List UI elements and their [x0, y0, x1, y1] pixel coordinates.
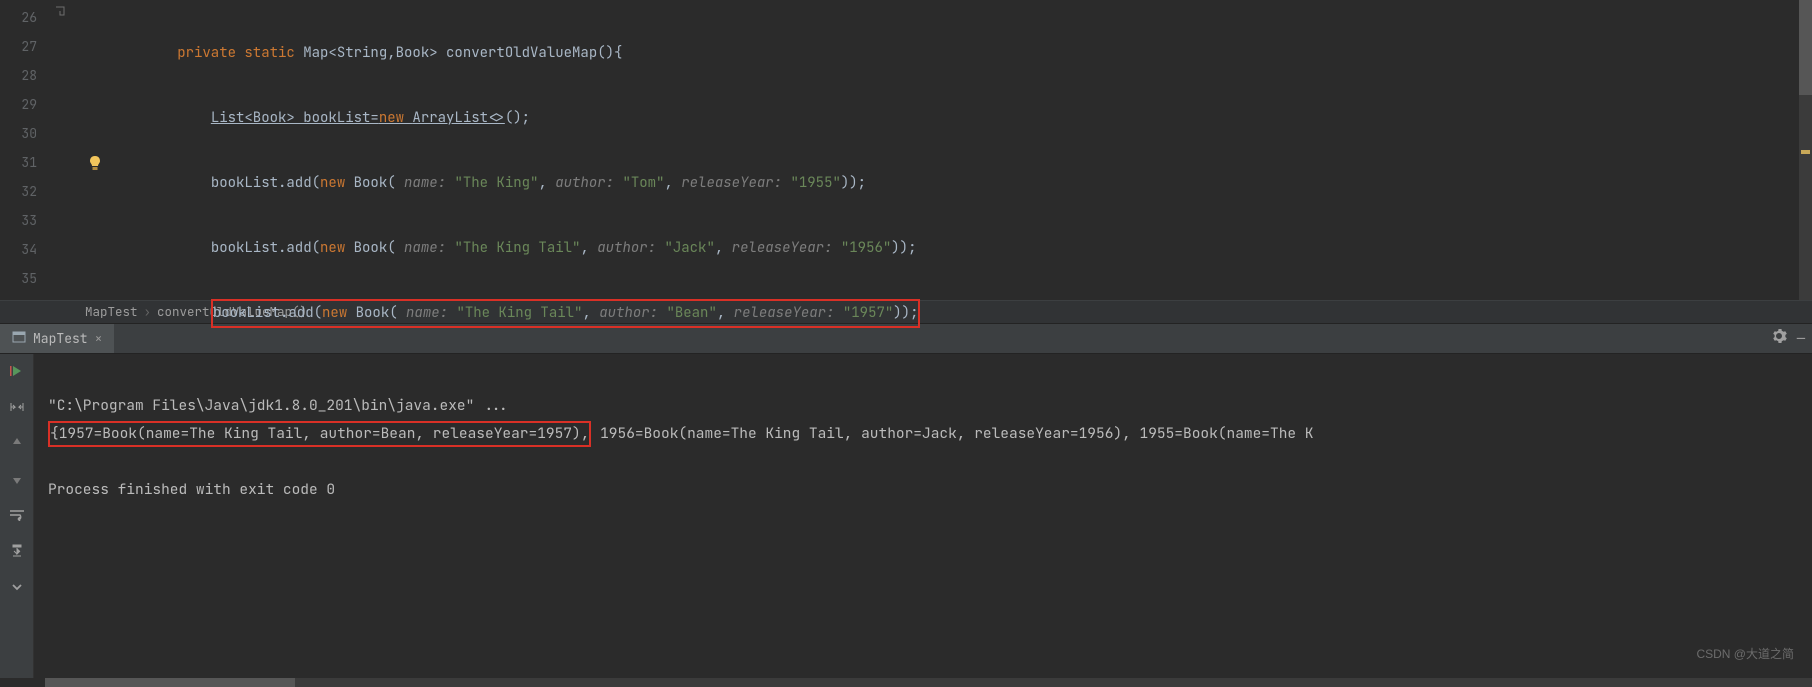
- console-line: Process finished with exit code 0: [48, 480, 335, 499]
- scroll-to-end-button[interactable]: [6, 540, 28, 562]
- line-number: 29: [0, 90, 55, 119]
- console-line: "C:\Program Files\Java\jdk1.8.0_201\bin\…: [48, 396, 509, 415]
- step-buttons-icon[interactable]: [6, 396, 28, 418]
- soft-wrap-button[interactable]: [6, 504, 28, 526]
- annotation-gutter: [80, 0, 110, 300]
- run-tab-label: MapTest: [33, 324, 88, 353]
- line-number-gutter: 26 27 28 29 30 31 32 33 34 35: [0, 0, 55, 300]
- down-button[interactable]: [6, 468, 28, 490]
- up-button[interactable]: [6, 432, 28, 454]
- run-toolbar: [0, 354, 34, 678]
- fold-gutter: [55, 0, 80, 300]
- run-tab[interactable]: MapTest ×: [0, 324, 114, 353]
- console-scrollbar-horizontal[interactable]: [45, 678, 1812, 687]
- run-config-icon: [12, 324, 26, 353]
- line-number: 27: [0, 32, 55, 61]
- code-line[interactable]: bookList.add(new Book( name: "The King T…: [110, 299, 1812, 328]
- code-line[interactable]: bookList.add(new Book( name: "The King T…: [110, 234, 1812, 263]
- highlight-box: {1957=Book(name=The King Tail, author=Be…: [48, 421, 591, 447]
- rerun-button[interactable]: [6, 360, 28, 382]
- intention-bulb-icon[interactable]: [80, 148, 110, 177]
- code-line[interactable]: bookList.add(new Book( name: "The King",…: [110, 169, 1812, 198]
- watermark: CSDN @大道之简: [1696, 640, 1794, 668]
- line-number: 32: [0, 177, 55, 206]
- run-panel: "C:\Program Files\Java\jdk1.8.0_201\bin\…: [0, 354, 1812, 678]
- code-editor[interactable]: 26 27 28 29 30 31 32 33 34 35 private st…: [0, 0, 1812, 300]
- line-number: 35: [0, 264, 55, 293]
- console-line: 1956=Book(name=The King Tail, author=Jac…: [591, 424, 1313, 443]
- line-number: 28: [0, 61, 55, 90]
- warning-marker-icon[interactable]: [1801, 150, 1810, 154]
- line-number: 26: [0, 3, 55, 32]
- more-button[interactable]: [6, 576, 28, 598]
- line-number: 33: [0, 206, 55, 235]
- fold-handle-icon[interactable]: [55, 3, 80, 32]
- highlight-box: bookList.add(new Book( name: "The King T…: [211, 299, 921, 328]
- editor-scrollbar-vertical[interactable]: [1799, 0, 1812, 300]
- code-line[interactable]: private static Map<String,Book> convertO…: [110, 39, 1812, 68]
- scrollbar-thumb[interactable]: [1799, 0, 1812, 95]
- console-output[interactable]: "C:\Program Files\Java\jdk1.8.0_201\bin\…: [34, 354, 1812, 678]
- line-number: 34: [0, 235, 55, 264]
- scrollbar-thumb[interactable]: [45, 678, 295, 687]
- code-area[interactable]: private static Map<String,Book> convertO…: [110, 0, 1812, 300]
- line-number: 30: [0, 119, 55, 148]
- close-tab-icon[interactable]: ×: [95, 324, 103, 353]
- line-number: 31: [0, 148, 55, 177]
- code-line[interactable]: List<Book> bookList=new ArrayList<>();: [110, 104, 1812, 133]
